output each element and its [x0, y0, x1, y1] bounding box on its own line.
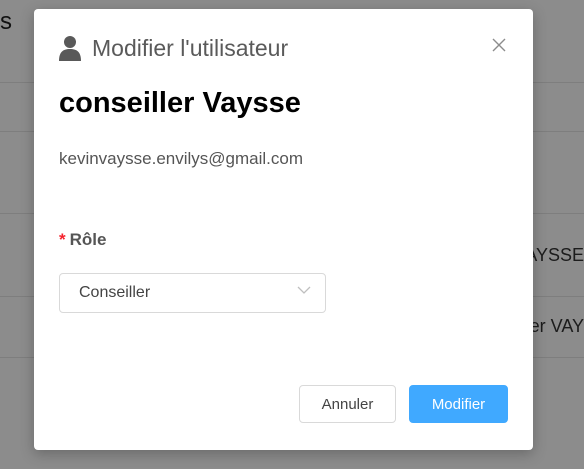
chevron-down-icon [297, 286, 311, 294]
role-select-value: Conseiller [79, 284, 151, 301]
role-select[interactable]: Conseiller [59, 273, 326, 313]
required-marker: * [59, 230, 66, 249]
cancel-button[interactable]: Annuler [299, 385, 396, 423]
role-label-text: Rôle [69, 230, 107, 249]
user-name: conseiller Vaysse [59, 87, 301, 119]
role-label: * Rôle [59, 230, 106, 250]
user-icon [59, 36, 81, 61]
edit-user-modal: Modifier l'utilisateur conseiller Vaysse… [34, 9, 533, 450]
modal-header: Modifier l'utilisateur [59, 33, 288, 63]
submit-button[interactable]: Modifier [409, 385, 508, 423]
user-email: kevinvaysse.envilys@gmail.com [59, 149, 304, 168]
modal-title: Modifier l'utilisateur [92, 34, 289, 61]
close-icon[interactable] [491, 37, 507, 53]
